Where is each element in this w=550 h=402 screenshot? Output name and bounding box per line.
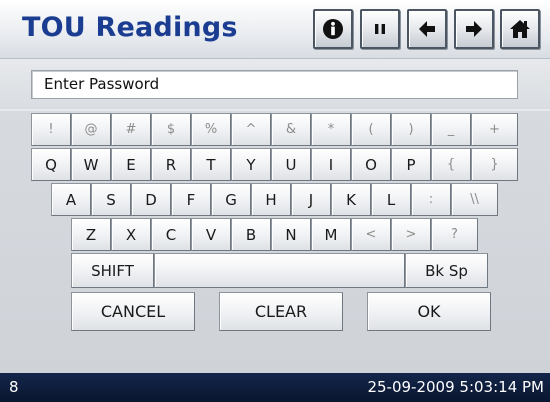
key-ampersand[interactable]: & [271,113,311,146]
forward-button[interactable] [454,9,494,49]
key-backslash[interactable]: \\ [451,183,498,216]
key-underscore[interactable]: _ [431,113,471,146]
pause-icon [375,24,385,34]
home-icon [510,20,530,38]
key-f[interactable]: F [171,183,211,216]
clear-button[interactable]: CLEAR [219,292,343,331]
cancel-button[interactable]: CANCEL [71,292,195,331]
info-icon [323,19,343,39]
key-h[interactable]: H [251,183,291,216]
key-j[interactable]: J [291,183,331,216]
key-x[interactable]: X [111,218,151,251]
key-percent[interactable]: % [191,113,231,146]
key-q[interactable]: Q [31,148,71,181]
shift-key[interactable]: SHIFT [71,253,154,288]
key-g[interactable]: G [211,183,251,216]
key-question[interactable]: ? [431,218,478,251]
key-b[interactable]: B [231,218,271,251]
key-left-paren[interactable]: ( [351,113,391,146]
key-t[interactable]: T [191,148,231,181]
key-s[interactable]: S [91,183,131,216]
header-bar: TOU Readings [0,0,550,59]
key-plus[interactable]: + [471,113,518,146]
back-button[interactable] [407,9,447,49]
key-u[interactable]: U [271,148,311,181]
ok-button[interactable]: OK [367,292,491,331]
key-colon[interactable]: : [411,183,451,216]
key-l[interactable]: L [371,183,411,216]
key-caret[interactable]: ^ [231,113,271,146]
status-bar: 8 25-09-2009 5:03:14 PM [0,373,550,402]
key-less-than[interactable]: < [351,218,391,251]
key-right-paren[interactable]: ) [391,113,431,146]
key-o[interactable]: O [351,148,391,181]
key-y[interactable]: Y [231,148,271,181]
key-i[interactable]: I [311,148,351,181]
key-a[interactable]: A [51,183,91,216]
key-e[interactable]: E [111,148,151,181]
info-button[interactable] [313,9,353,49]
key-z[interactable]: Z [71,218,111,251]
home-button[interactable] [500,9,540,49]
pause-button[interactable] [360,9,400,49]
key-d[interactable]: D [131,183,171,216]
password-field[interactable]: Enter Password [31,70,518,99]
key-c[interactable]: C [151,218,191,251]
key-exclamation[interactable]: ! [31,113,71,146]
status-datetime: 25-09-2009 5:03:14 PM [367,378,544,396]
arrow-left-icon [419,21,435,37]
page-title: TOU Readings [22,12,238,43]
key-k[interactable]: K [331,183,371,216]
key-m[interactable]: M [311,218,351,251]
status-number: 8 [9,378,19,396]
key-w[interactable]: W [71,148,111,181]
on-screen-keyboard: ! @ # $ % ^ & * ( ) _ + Q W E R T Y U I … [0,111,550,373]
key-r[interactable]: R [151,148,191,181]
key-p[interactable]: P [391,148,431,181]
key-at[interactable]: @ [71,113,111,146]
key-left-brace[interactable]: { [431,148,471,181]
password-placeholder: Enter Password [44,75,160,93]
key-asterisk[interactable]: * [311,113,351,146]
backspace-key[interactable]: Bk Sp [405,253,488,288]
key-n[interactable]: N [271,218,311,251]
key-right-brace[interactable]: } [471,148,518,181]
tou-readings-screen: TOU Readings Enter Password ! @ # $ % ^ … [0,0,550,402]
arrow-right-icon [466,21,482,37]
key-dollar[interactable]: $ [151,113,191,146]
key-v[interactable]: V [191,218,231,251]
key-hash[interactable]: # [111,113,151,146]
space-bar[interactable] [154,253,405,288]
key-greater-than[interactable]: > [391,218,431,251]
